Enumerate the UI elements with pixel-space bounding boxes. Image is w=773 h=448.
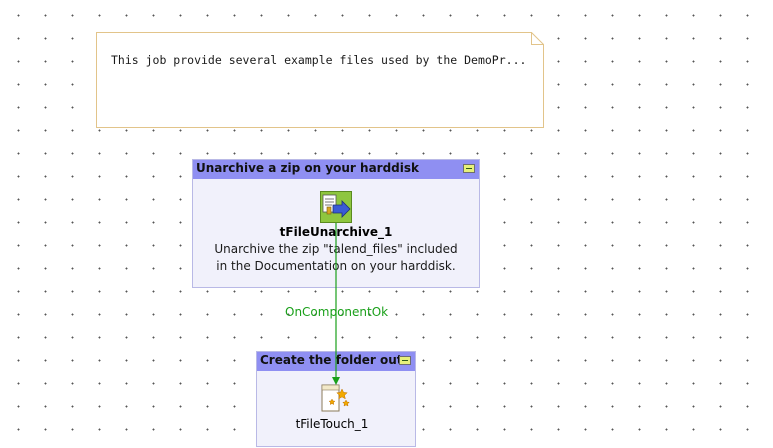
collapse-button[interactable]	[399, 356, 411, 365]
subjob-header[interactable]: Create the folder out	[257, 352, 415, 371]
component-name[interactable]: tFileTouch_1	[256, 417, 408, 431]
subjob-title: Unarchive a zip on your harddisk	[196, 161, 419, 175]
component-description-line1: Unarchive the zip "talend_files" include…	[214, 242, 458, 256]
collapse-button[interactable]	[463, 164, 475, 173]
file-unarchive-icon[interactable]	[320, 191, 352, 223]
file-touch-icon[interactable]	[320, 383, 352, 415]
component-name[interactable]: tFileUnarchive_1	[236, 225, 436, 239]
connection-label[interactable]: OnComponentOk	[285, 305, 388, 319]
subjob-header[interactable]: Unarchive a zip on your harddisk	[193, 160, 479, 179]
subjob-title: Create the folder out	[260, 353, 403, 367]
component-description-line2: in the Documentation on your harddisk.	[216, 259, 456, 273]
note-fold-corner	[531, 32, 544, 45]
job-note[interactable]: This job provide several example files u…	[96, 32, 544, 128]
note-text: This job provide several example files u…	[111, 53, 527, 67]
